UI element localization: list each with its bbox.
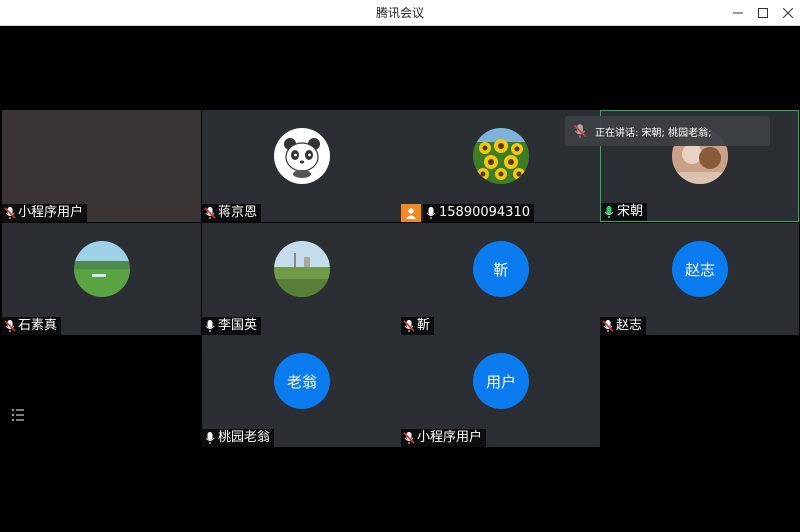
member-list-button[interactable] (10, 407, 28, 423)
close-button[interactable] (773, 0, 800, 26)
video-grid: 小程序用户 蒋京恩 15890094310 宋朝 石素真 李国英 靳 靳 赵志 … (2, 26, 799, 532)
participant-name-tag: 赵志 (600, 317, 647, 335)
speaking-indicator: 正在讲话: 宋朝; 桃园老翁; (565, 116, 770, 146)
participant-name-tag: 靳 (401, 317, 435, 335)
participant-name-tag: 桃园老翁 (202, 429, 275, 447)
mic-muted-icon (573, 124, 587, 138)
participant-tile[interactable]: 蒋京恩 (202, 110, 401, 222)
participant-tile[interactable]: 用户 小程序用户 (401, 335, 600, 447)
mic-muted-icon (4, 320, 16, 332)
close-icon (783, 8, 793, 18)
participant-name: 15890094310 (439, 205, 530, 220)
window-title: 腾讯会议 (375, 6, 424, 20)
participant-tile[interactable]: 石素真 (2, 223, 201, 335)
participant-name-tag: 小程序用户 (401, 429, 487, 447)
participant-name: 小程序用户 (417, 430, 483, 445)
host-badge (401, 204, 421, 222)
participant-name: 宋朝 (617, 204, 644, 219)
mic-muted-icon (204, 207, 216, 219)
minimize-icon (733, 12, 743, 14)
participant-name: 桃园老翁 (218, 430, 271, 445)
sunflower-avatar (473, 128, 529, 184)
landscape-icon (274, 241, 330, 297)
participant-tile[interactable]: 老翁 桃园老翁 (202, 335, 401, 447)
participant-name: 赵志 (616, 318, 643, 333)
speaking-text: 正在讲话: 宋朝; 桃园老翁; (595, 127, 712, 139)
grassland-avatar (74, 241, 130, 297)
participant-name-tag: 蒋京恩 (202, 204, 262, 222)
participant-name-tag: 李国英 (202, 317, 262, 335)
mic-muted-icon (602, 320, 614, 332)
person-icon (406, 208, 416, 219)
maximize-icon (758, 8, 768, 18)
list-icon (12, 409, 24, 421)
grassland-icon (74, 241, 130, 297)
text-avatar: 靳 (473, 241, 529, 297)
panda-avatar (274, 128, 330, 184)
panda-icon (284, 138, 320, 178)
participant-name-tag: 15890094310 (423, 204, 534, 222)
mic-muted-icon (403, 320, 415, 332)
sunflower-icon (473, 128, 529, 184)
mic-icon (205, 432, 215, 444)
participant-name-tag: 小程序用户 (2, 204, 88, 222)
mic-speaking-icon (604, 206, 614, 218)
mic-muted-icon (403, 432, 415, 444)
title-bar: 腾讯会议 (0, 0, 800, 26)
participant-tile[interactable]: 李国英 (202, 223, 401, 335)
mic-icon (205, 320, 215, 332)
participant-name: 蒋京恩 (218, 205, 258, 220)
text-avatar: 赵志 (672, 241, 728, 297)
participant-tile[interactable]: 赵志 赵志 (600, 223, 799, 335)
mic-muted-icon (4, 207, 16, 219)
participant-name: 靳 (417, 318, 431, 333)
participant-name-tag: 宋朝 (601, 203, 648, 221)
participant-name-tag: 石素真 (2, 317, 62, 335)
participant-name: 小程序用户 (18, 205, 84, 220)
participant-name: 李国英 (218, 318, 258, 333)
text-avatar: 老翁 (274, 353, 330, 409)
text-avatar: 用户 (473, 353, 529, 409)
participant-tile[interactable]: 小程序用户 (2, 110, 201, 222)
participant-tile[interactable]: 靳 靳 (401, 223, 600, 335)
landscape-avatar (274, 241, 330, 297)
mic-icon (426, 207, 436, 219)
participant-name: 石素真 (18, 318, 58, 333)
